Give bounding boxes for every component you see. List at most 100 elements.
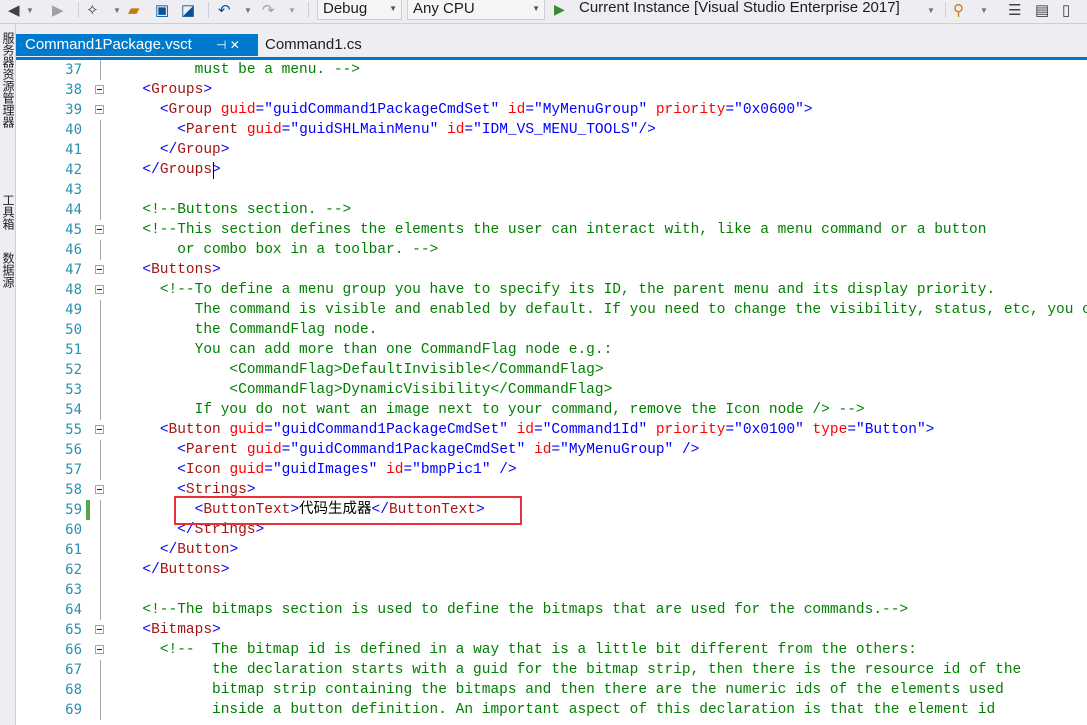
collapse-icon[interactable] (95, 265, 104, 274)
code-line[interactable]: 54 If you do not want an image next to y… (16, 400, 1087, 420)
code-line[interactable]: 38 <Groups> (16, 80, 1087, 100)
collapse-icon[interactable] (95, 105, 104, 114)
play-icon: ▶ (554, 1, 565, 17)
code-token: inside a button definition. An important… (125, 702, 996, 718)
code-token: < (142, 82, 152, 98)
code-text: You can add more than one CommandFlag no… (125, 340, 613, 360)
code-token: guid (229, 462, 265, 478)
code-line[interactable]: 39 <Group guid="guidCommand1PackageCmdSe… (16, 100, 1087, 120)
code-line[interactable]: 55 <Button guid="guidCommand1PackageCmdS… (16, 420, 1087, 440)
collapse-icon[interactable] (95, 485, 104, 494)
start-target-dropdown[interactable]: ▼ (927, 1, 935, 21)
code-text: <Bitmaps> (125, 620, 220, 640)
chevron-down-icon: ▼ (288, 6, 296, 15)
undo-dropdown[interactable]: ▼ (244, 1, 252, 21)
code-line[interactable]: 43 (16, 180, 1087, 200)
solution-platform-value: Any CPU (413, 0, 475, 17)
code-line[interactable]: 40 <Parent guid="guidSHLMainMenu" id="ID… (16, 120, 1087, 140)
find-dropdown[interactable]: ▼ (980, 1, 988, 21)
open-file-button[interactable]: ▰ (128, 1, 140, 21)
line-number: 55 (65, 422, 82, 438)
outline-guide (100, 160, 101, 180)
undo-button[interactable]: ↶ (218, 1, 231, 21)
bookmark-button[interactable]: ▯ (1062, 1, 1070, 21)
code-line[interactable]: 62 </Buttons> (16, 560, 1087, 580)
list-view-button[interactable]: ☰ (1008, 1, 1021, 21)
code-line[interactable]: 51 You can add more than one CommandFlag… (16, 340, 1087, 360)
line-number: 44 (65, 202, 82, 218)
code-line[interactable]: 63 (16, 580, 1087, 600)
navigate-back-button[interactable]: ◀ (8, 1, 20, 21)
code-line[interactable]: 41 </Group> (16, 140, 1087, 160)
code-line[interactable]: 44 <!--Buttons section. --> (16, 200, 1087, 220)
collapse-icon[interactable] (95, 285, 104, 294)
save-all-button[interactable]: ◪ (181, 1, 195, 21)
navigate-forward-button[interactable]: ▶ (52, 1, 64, 21)
chevron-down-icon: ▼ (244, 6, 252, 15)
code-line[interactable]: 64 <!--The bitmaps section is used to de… (16, 600, 1087, 620)
code-line[interactable]: 49 The command is visible and enabled by… (16, 300, 1087, 320)
redo-dropdown[interactable]: ▼ (288, 1, 296, 21)
tab-command1-cs[interactable]: Command1.cs (256, 34, 376, 56)
new-project-dropdown[interactable]: ▼ (113, 1, 121, 21)
code-line[interactable]: 56 <Parent guid="guidCommand1PackageCmdS… (16, 440, 1087, 460)
find-button[interactable]: ⚲ (953, 1, 964, 21)
outline-guide (100, 440, 101, 460)
tab-label: Command1.cs (265, 36, 362, 53)
document-button[interactable]: ▤ (1035, 1, 1049, 21)
server-explorer-tab[interactable]: 服务器资源管理器 (0, 32, 15, 128)
new-project-button[interactable]: ✧ (86, 1, 99, 21)
undo-icon: ↶ (218, 2, 231, 19)
start-target-button[interactable]: Current Instance [Visual Studio Enterpri… (579, 0, 900, 18)
bookmark-icon: ▯ (1062, 2, 1071, 19)
code-token: Button (864, 422, 917, 438)
collapse-icon[interactable] (95, 85, 104, 94)
code-line[interactable]: 52 <CommandFlag>DefaultInvisible</Comman… (16, 360, 1087, 380)
start-debugging-button[interactable]: ▶ (554, 0, 565, 19)
collapse-icon[interactable] (95, 645, 104, 654)
code-token: id (447, 122, 465, 138)
pin-close-icon[interactable]: ⊣ ✕ (216, 34, 240, 56)
line-number: 45 (65, 222, 82, 238)
code-line[interactable]: 46 or combo box in a toolbar. --> (16, 240, 1087, 260)
code-token: <!--Buttons section. --> (142, 202, 352, 218)
code-line[interactable]: 66 <!-- The bitmap id is defined in a wa… (16, 640, 1087, 660)
collapse-icon[interactable] (95, 425, 104, 434)
code-line[interactable]: 47 <Buttons> (16, 260, 1087, 280)
collapse-icon[interactable] (95, 625, 104, 634)
solution-platform-select[interactable]: Any CPU ▼ (407, 0, 545, 20)
navigate-back-dropdown[interactable]: ▼ (26, 1, 34, 21)
toolbox-tab[interactable]: 工具箱 (0, 194, 15, 230)
code-line[interactable]: 57 <Icon guid="guidImages" id="bmpPic1" … (16, 460, 1087, 480)
code-line[interactable]: 45 <!--This section defines the elements… (16, 220, 1087, 240)
code-line[interactable]: 68 bitmap strip containing the bitmaps a… (16, 680, 1087, 700)
code-line[interactable]: 61 </Button> (16, 540, 1087, 560)
code-line[interactable]: 65 <Bitmaps> (16, 620, 1087, 640)
outline-guide (100, 60, 101, 80)
code-line[interactable]: 48 <!--To define a menu group you have t… (16, 280, 1087, 300)
code-line[interactable]: 42 </Groups> (16, 160, 1087, 180)
code-line[interactable]: 53 <CommandFlag>DynamicVisibility</Comma… (16, 380, 1087, 400)
code-line[interactable]: 69 inside a button definition. An import… (16, 700, 1087, 720)
line-number: 52 (65, 362, 82, 378)
save-all-icon: ◪ (181, 2, 196, 19)
code-line[interactable]: 50 the CommandFlag node. (16, 320, 1087, 340)
code-token: <CommandFlag>DynamicVisibility</CommandF… (125, 382, 613, 398)
code-editor[interactable]: 37 must be a menu. --> 38 <Groups> 39 <Gro… (16, 60, 1087, 725)
data-sources-tab[interactable]: 数据源 (0, 252, 15, 288)
code-token: id (534, 442, 552, 458)
code-text: <Groups> (125, 80, 212, 100)
tab-command1package-vsct[interactable]: Command1Package.vsct ⊣ ✕ (16, 34, 258, 56)
toolbar-separator (208, 2, 209, 18)
line-number: 60 (65, 522, 82, 538)
code-line[interactable]: 37 must be a menu. --> (16, 60, 1087, 80)
redo-button[interactable]: ↷ (262, 1, 275, 21)
collapse-icon[interactable] (95, 225, 104, 234)
code-text: <Buttons> (125, 260, 220, 280)
save-button[interactable]: ▣ (155, 1, 169, 21)
code-line[interactable]: 67 the declaration starts with a guid fo… (16, 660, 1087, 680)
solution-configuration-select[interactable]: Debug ▼ (317, 0, 402, 20)
